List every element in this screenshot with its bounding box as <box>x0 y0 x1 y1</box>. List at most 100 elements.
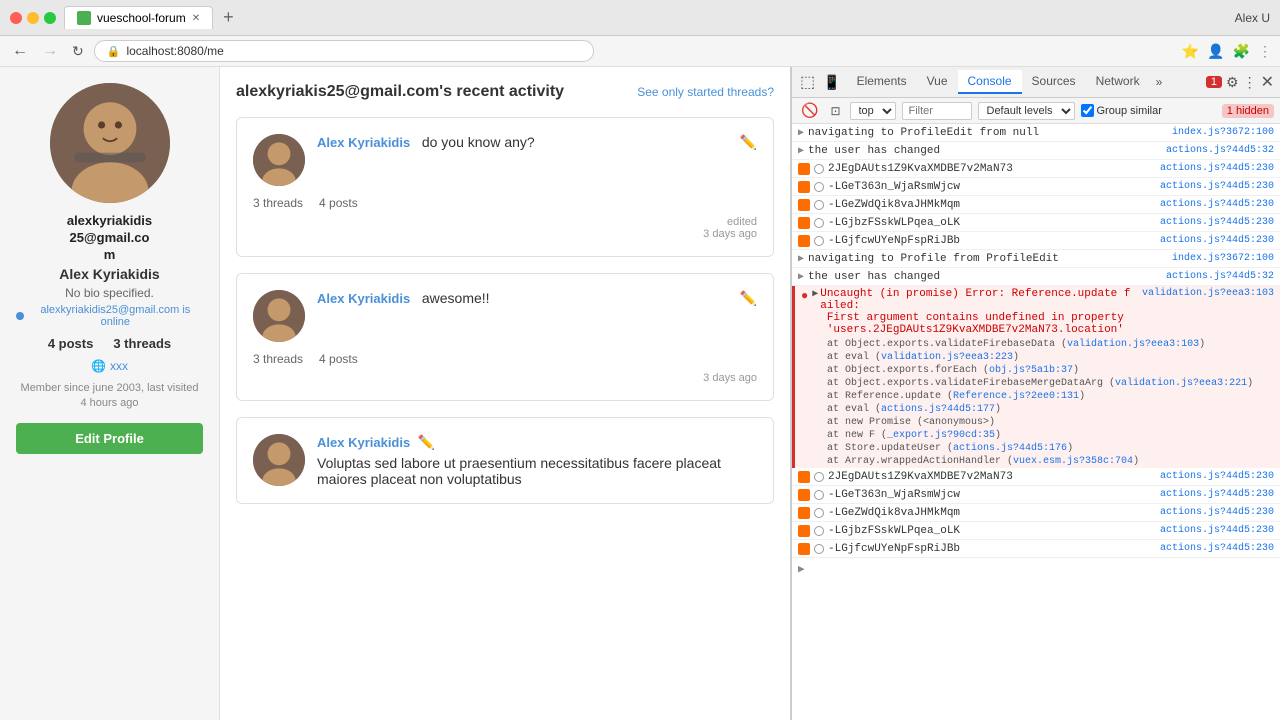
console-row-5: -LGeZWdQik8vaJHMkMqm actions.js?44d5:230 <box>792 196 1280 214</box>
posts-count: 4 posts <box>48 336 94 351</box>
err-link-1[interactable]: validation.js?eea3:103 <box>1067 339 1199 350</box>
console-source-5[interactable]: actions.js?44d5:230 <box>1160 199 1274 210</box>
group-similar-label[interactable]: Group similar <box>1081 104 1162 117</box>
console-msg-b2: -LGeT363n_WjaRsmWjcw <box>828 489 1160 501</box>
post1-avatar <box>253 134 305 186</box>
globe-icon: 🌐 <box>91 359 106 373</box>
console-row-fb2-2: -LGeT363n_WjaRsmWjcw actions.js?44d5:230 <box>792 486 1280 504</box>
address-bar[interactable]: 🔒 localhost:8080/me <box>94 40 594 62</box>
console-source-9[interactable]: actions.js?44d5:32 <box>1166 271 1274 282</box>
console-row-fb2-5: -LGjfcwUYeNpFspRiJBb actions.js?44d5:230 <box>792 540 1280 558</box>
tab-elements[interactable]: Elements <box>847 70 917 94</box>
group-similar-checkbox[interactable] <box>1081 104 1094 117</box>
member-since: Member since june 2003, last visited 4 h… <box>16 381 203 412</box>
console-msg-4: -LGeT363n_WjaRsmWjcw <box>828 181 1160 193</box>
responsive-btn[interactable]: 📱 <box>821 72 842 93</box>
profile-link[interactable]: 🌐 xxx <box>91 359 128 373</box>
error-stack-2: at eval (validation.js?eea3:223) <box>795 351 1280 364</box>
console-source-3[interactable]: actions.js?44d5:230 <box>1160 163 1274 174</box>
tab-sources[interactable]: Sources <box>1022 70 1086 94</box>
circle-icon-6 <box>814 218 824 228</box>
console-source-b4[interactable]: actions.js?44d5:230 <box>1160 525 1274 536</box>
post2-content: awesome!! <box>422 290 490 306</box>
devtools-more-options-btn[interactable]: ⋮ <box>1243 74 1257 91</box>
console-output: ▶ navigating to ProfileEdit from null in… <box>792 124 1280 720</box>
console-filter-input[interactable] <box>902 102 972 120</box>
post2-edit-icon[interactable]: ✏️ <box>740 290 757 307</box>
console-source-b2[interactable]: actions.js?44d5:230 <box>1160 489 1274 500</box>
content-title: alexkyriakis25@gmail.com's recent activi… <box>236 83 564 101</box>
traffic-light-green[interactable] <box>44 12 56 24</box>
err-link-5[interactable]: Reference.js?2ee0:131 <box>953 391 1079 402</box>
console-source-2[interactable]: actions.js?44d5:32 <box>1166 145 1274 156</box>
thread-post-1: Alex Kyriakidis do you know any? ✏️ 3 th… <box>236 117 774 257</box>
console-source-7[interactable]: actions.js?44d5:230 <box>1160 235 1274 246</box>
devtools-panel: ⬚ 📱 Elements Vue Console Sources Network… <box>790 67 1280 720</box>
error-stack-1: at Object.exports.validateFirebaseData (… <box>795 338 1280 351</box>
tab-close-icon[interactable]: ✕ <box>192 13 200 24</box>
error-source-main[interactable]: validation.js?eea3:103 <box>1134 288 1274 299</box>
thread-post-3: Alex Kyriakidis ✏️ Voluptas sed labore u… <box>236 417 774 504</box>
devtools-settings-btn[interactable]: ⚙ <box>1226 74 1239 91</box>
context-select[interactable]: top <box>850 102 896 120</box>
chrome-user: Alex U <box>1235 11 1270 25</box>
console-source-4[interactable]: actions.js?44d5:230 <box>1160 181 1274 192</box>
devtools-close-btn[interactable]: ✕ <box>1261 72 1274 92</box>
expand-triangle[interactable]: ▶ <box>812 288 818 300</box>
console-source-1[interactable]: index.js?3672:100 <box>1172 127 1274 138</box>
err-link-6[interactable]: actions.js?44d5:177 <box>881 404 995 415</box>
console-row-4: -LGeT363n_WjaRsmWjcw actions.js?44d5:230 <box>792 178 1280 196</box>
console-source-b1[interactable]: actions.js?44d5:230 <box>1160 471 1274 482</box>
bookmark-icon[interactable]: ⭐ <box>1182 43 1199 60</box>
clear-console-btn[interactable]: 🚫 <box>798 101 821 120</box>
err-link-9[interactable]: actions.js?44d5:176 <box>953 443 1067 454</box>
tab-vue[interactable]: Vue <box>917 70 958 94</box>
post3-edit-icon[interactable]: ✏️ <box>418 434 435 450</box>
post1-author[interactable]: Alex Kyriakidis <box>317 135 410 150</box>
console-msg-b1: 2JEgDAUts1Z9KvaXMDBE7v2MaN73 <box>828 471 1160 483</box>
arrow-icon-2: ▶ <box>798 145 804 157</box>
user-icon[interactable]: 👤 <box>1207 43 1224 60</box>
browser-tab[interactable]: vueschool-forum ✕ <box>64 6 213 29</box>
forward-btn[interactable]: → <box>38 40 62 62</box>
tab-console[interactable]: Console <box>958 70 1022 94</box>
err-link-8[interactable]: _export.js?90cd:35 <box>887 430 995 441</box>
see-only-link[interactable]: See only started threads? <box>637 85 774 99</box>
err-link-4[interactable]: validation.js?eea3:221 <box>1115 378 1247 389</box>
console-source-b5[interactable]: actions.js?44d5:230 <box>1160 543 1274 554</box>
err-link-10[interactable]: vuex.esm.js?358c:704 <box>1013 456 1133 467</box>
tab-bar: vueschool-forum ✕ + <box>64 6 1227 29</box>
traffic-light-red[interactable] <box>10 12 22 24</box>
devtools-tabs: Elements Vue Console Sources Network » <box>847 70 1202 94</box>
reload-btn[interactable]: ↻ <box>68 41 88 62</box>
error-stack-10: at Array.wrappedActionHandler (vuex.esm.… <box>795 455 1280 468</box>
settings-icon[interactable]: ⋮ <box>1258 43 1272 60</box>
traffic-light-yellow[interactable] <box>27 12 39 24</box>
console-source-b3[interactable]: actions.js?44d5:230 <box>1160 507 1274 518</box>
arrow-icon-9: ▶ <box>798 271 804 283</box>
tab-more[interactable]: » <box>1150 70 1169 94</box>
edit-profile-button[interactable]: Edit Profile <box>16 423 203 454</box>
err-link-2[interactable]: validation.js?eea3:223 <box>881 352 1013 363</box>
arrow-icon-1: ▶ <box>798 127 804 139</box>
post2-author[interactable]: Alex Kyriakidis <box>317 291 410 306</box>
console-source-6[interactable]: actions.js?44d5:230 <box>1160 217 1274 228</box>
log-level-select[interactable]: Default levels <box>978 102 1075 120</box>
inspect-element-btn[interactable]: ⬚ <box>798 70 817 94</box>
post3-author[interactable]: Alex Kyriakidis <box>317 435 410 450</box>
error-main-msg: Uncaught (in promise) Error: Reference.u… <box>820 288 1134 336</box>
content-header: alexkyriakis25@gmail.com's recent activi… <box>236 83 774 101</box>
err-link-3[interactable]: obj.js?5a1b:37 <box>989 365 1073 376</box>
traffic-lights <box>10 12 56 24</box>
post1-edit-icon[interactable]: ✏️ <box>740 134 757 151</box>
console-row-6: -LGjbzFSskWLPqea_oLK actions.js?44d5:230 <box>792 214 1280 232</box>
new-tab-btn[interactable]: + <box>217 7 240 28</box>
nav-bar: ← → ↻ 🔒 localhost:8080/me ⭐ 👤 🧩 ⋮ <box>0 36 1280 67</box>
extensions-icon[interactable]: 🧩 <box>1233 43 1250 60</box>
preserve-log-btn[interactable]: ⊡ <box>827 103 843 119</box>
console-source-8[interactable]: index.js?3672:100 <box>1172 253 1274 264</box>
back-btn[interactable]: ← <box>8 40 32 62</box>
hidden-count-badge: 1 hidden <box>1222 104 1274 118</box>
console-sub-toolbar: 🚫 ⊡ top Default levels Group similar 1 h… <box>792 98 1280 124</box>
tab-network[interactable]: Network <box>1086 70 1150 94</box>
